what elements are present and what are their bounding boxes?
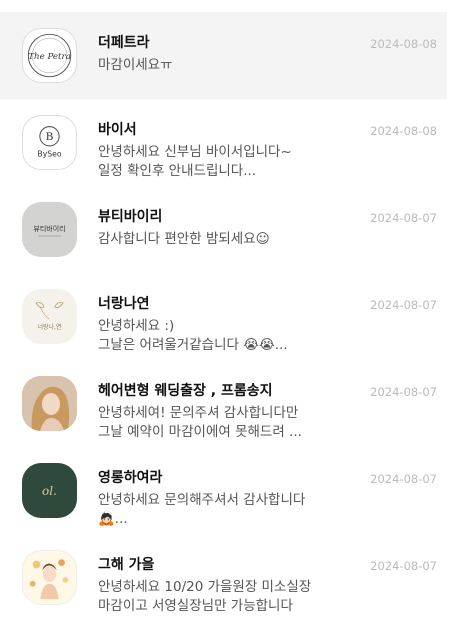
logo-icon: B BySeo [37,126,62,158]
chat-date: 2024-08-07 [370,559,437,573]
chat-item[interactable]: 헤어변형 웨딩출장 , 프롬송지 안녕하세여! 문의주셔 감사합니다만 그날 예… [0,360,447,447]
chat-title: 뷰티바이리 [98,209,163,225]
chat-date: 2024-08-07 [370,211,437,225]
chat-item[interactable]: The Petra 더페트라 마감이세요ㅠ 2024-08-08 [0,12,447,99]
chat-title: 너랑나연 [98,296,150,312]
chat-date: 2024-08-07 [370,385,437,399]
chat-list: The Petra 더페트라 마감이세요ㅠ 2024-08-08 B BySeo… [0,0,454,623]
chat-title: 더페트라 [98,35,150,51]
svg-text:B: B [46,131,54,143]
chat-date: 2024-08-07 [370,472,437,486]
chat-item[interactable]: 뷰티바이리 뷰티바이리 감사합니다 편안한 밤되세요☺ 2024-08-07 [0,186,447,273]
chat-title: 헤어변형 웨딩출장 , 프롬송지 [98,383,273,399]
illustration-icon [29,559,69,600]
avatar: 너랑나,연 [22,289,77,344]
flower-icon: 너랑나,연 [35,302,64,331]
chat-preview: 감사합니다 편안한 밤되세요☺ [98,231,270,247]
avatar: B BySeo [22,115,77,170]
chat-preview: 마감이세요ㅠ [98,57,173,73]
avatar-logo-text: 뷰티바이리 [33,224,65,233]
chat-title: 그해 가을 [98,557,155,573]
chat-date: 2024-08-08 [370,37,437,51]
chat-preview: 안녕하세요 :) 그날은 어려울거같습니다 😭😭... [98,318,288,353]
avatar [22,376,77,431]
avatar-logo-text: BySeo [37,149,61,158]
chat-item[interactable]: ol. 영롱하여라 안녕하세요 문의해주셔서 감사합니다 🙇🏻... 2024-… [0,447,447,534]
avatar-logo-text: ol. [42,484,57,498]
chat-item[interactable]: 너랑나,연 너랑나연 안녕하세요 :) 그날은 어려울거같습니다 😭😭... 2… [0,273,447,360]
portrait-icon [22,376,77,431]
chat-date: 2024-08-07 [370,298,437,312]
logo-icon: 뷰티바이리 [33,224,66,237]
avatar-logo-text: The Petra [28,52,71,62]
chat-preview: 안녕하세요 10/20 가을원장 미소실장 마감이고 서영실장님만 가능합니다 [98,579,312,614]
chat-preview: 안녕하세요 문의해주셔서 감사합니다 🙇🏻... [98,492,306,527]
logo-icon: ol. [42,484,57,498]
chat-date: 2024-08-08 [370,124,437,138]
chat-item[interactable]: B BySeo 바이서 안녕하세요 신부님 바이서입니다~ 일정 확인후 안내드… [0,99,447,186]
avatar-logo-text: 너랑나,연 [38,323,62,331]
logo-icon: The Petra [27,33,72,78]
chat-title: 바이서 [98,122,137,138]
avatar [22,550,77,605]
chat-item[interactable]: 그해 가을 안녕하세요 10/20 가을원장 미소실장 마감이고 서영실장님만 … [0,534,447,621]
chat-preview: 안녕하세여! 문의주셔 감사합니다만 그날 예약이 마감이에여 못해드려 ... [98,405,302,440]
avatar: The Petra [22,28,77,83]
chat-title: 영롱하여라 [98,470,163,486]
chat-preview: 안녕하세요 신부님 바이서입니다~ 일정 확인후 안내드립니다... [98,144,292,179]
avatar: ol. [22,463,77,518]
avatar: 뷰티바이리 [22,202,77,257]
